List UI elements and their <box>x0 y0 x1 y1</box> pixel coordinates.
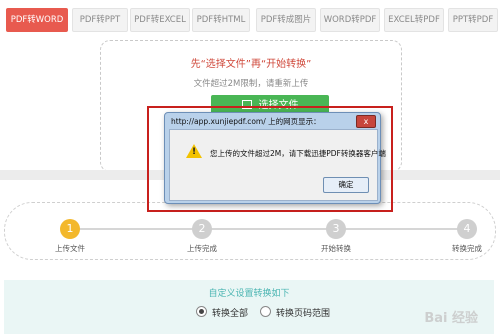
upload-size-warning: 文件超过2M限制，请重新上传 <box>193 79 309 89</box>
step-2-label: 上传完成 <box>187 244 217 253</box>
dialog-body: ! 您上传的文件超过2M，请下载迅捷PDF转换器客户端 确定 <box>169 129 386 201</box>
radio-unselected-icon[interactable] <box>260 306 271 317</box>
step-4-circle: 4 <box>457 219 477 239</box>
radio-convert-all-label: 转换全部 <box>212 309 249 319</box>
tab-pdf-to-image[interactable]: PDF转成图片 <box>256 8 316 32</box>
upload-title: 先“选择文件”再“开始转换” <box>190 59 312 70</box>
step-3-circle: 3 <box>326 219 346 239</box>
tab-pdf-to-word[interactable]: PDF转WORD <box>6 8 68 32</box>
radio-page-range[interactable]: 转换页码范围 <box>260 306 330 319</box>
custom-settings-title: 自定义设置转换如下 <box>208 289 290 299</box>
tab-pdf-to-excel[interactable]: PDF转EXCEL <box>130 8 190 32</box>
radio-page-range-label: 转换页码范围 <box>276 309 331 319</box>
step-1-label: 上传文件 <box>55 244 85 253</box>
alert-dialog: http://app.xunjiepdf.com/ 上的网页显示： x ! 您上… <box>164 112 386 204</box>
tab-word-to-pdf[interactable]: WORD转PDF <box>320 8 380 32</box>
step-connector <box>337 228 464 230</box>
tab-pdf-to-html[interactable]: PDF转HTML <box>192 8 250 32</box>
step-connector <box>71 228 198 230</box>
radio-convert-all[interactable]: 转换全部 <box>196 306 248 319</box>
step-3-label: 开始转换 <box>321 244 351 253</box>
step-connector <box>203 228 332 230</box>
step-4-label: 转换完成 <box>452 244 482 253</box>
dialog-message: 您上传的文件超过2M，请下载迅捷PDF转换器客户端 <box>210 149 386 158</box>
baidu-watermark: Bai 经验 <box>424 311 478 326</box>
step-2-circle: 2 <box>192 219 212 239</box>
warning-icon: ! <box>186 144 202 158</box>
tab-excel-to-pdf[interactable]: EXCEL转PDF <box>384 8 444 32</box>
close-icon[interactable]: x <box>356 115 376 128</box>
tab-ppt-to-pdf[interactable]: PPT转PDF <box>448 8 498 32</box>
conversion-tabs: PDF转WORD PDF转PPT PDF转EXCEL PDF转HTML PDF转… <box>0 8 500 32</box>
step-1-circle: 1 <box>60 219 80 239</box>
custom-settings: 自定义设置转换如下 转换全部 转换页码范围 <box>4 280 494 334</box>
dialog-title: http://app.xunjiepdf.com/ 上的网页显示： <box>171 117 321 126</box>
tab-pdf-to-ppt[interactable]: PDF转PPT <box>72 8 128 32</box>
radio-selected-icon[interactable] <box>196 306 207 317</box>
ok-button[interactable]: 确定 <box>323 177 369 193</box>
